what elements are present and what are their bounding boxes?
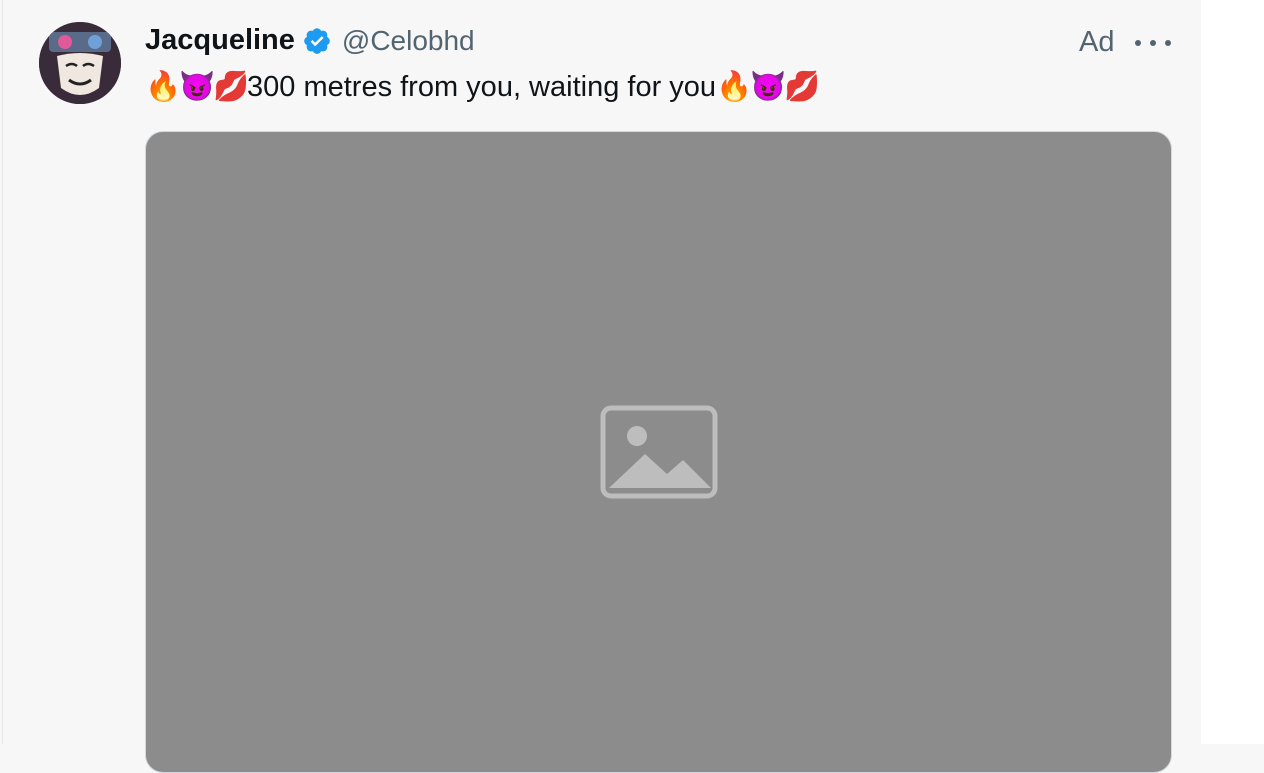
tweet-media[interactable] — [145, 131, 1172, 773]
author-name[interactable]: Jacqueline — [145, 24, 295, 57]
smiling-devil-emoji: 😈 — [179, 71, 216, 103]
tweet-text: 🔥😈💋300 metres from you, waiting for you🔥… — [145, 70, 821, 104]
more-icon[interactable] — [1135, 28, 1171, 58]
kiss-mark-emoji: 💋 — [784, 71, 821, 103]
tweet-header: Jacqueline @Celobhd — [145, 24, 475, 57]
image-placeholder-icon — [600, 405, 717, 499]
ad-label: Ad — [1079, 26, 1115, 58]
smiling-devil-emoji: 😈 — [750, 71, 787, 103]
right-sidebar-edge — [1201, 0, 1264, 744]
fire-emoji: 🔥 — [145, 71, 182, 103]
fire-emoji: 🔥 — [716, 71, 753, 103]
verified-badge-icon — [304, 27, 330, 54]
tweet-text-body: 300 metres from you, waiting for you — [247, 71, 717, 103]
author-handle[interactable]: @Celobhd — [342, 25, 475, 57]
tweet-card[interactable]: Jacqueline @Celobhd Ad 🔥😈💋300 metres fro… — [2, 0, 1202, 773]
kiss-mark-emoji: 💋 — [213, 71, 250, 103]
avatar[interactable] — [39, 22, 121, 104]
